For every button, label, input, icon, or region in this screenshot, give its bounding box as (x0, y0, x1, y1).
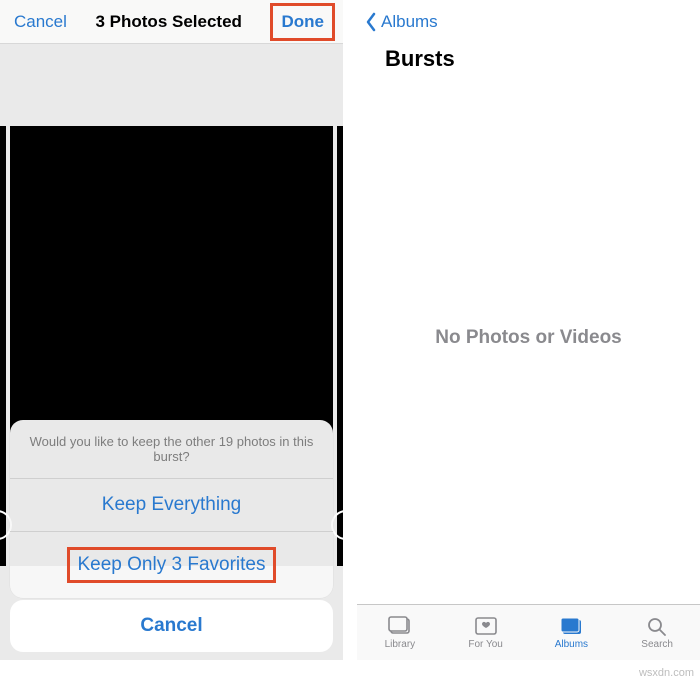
prev-photo-edge[interactable] (0, 126, 6, 566)
keep-favorites-button[interactable]: Keep Only 3 Favorites (10, 532, 333, 598)
watermark: wsxdn.com (639, 667, 694, 679)
tab-foryou[interactable]: For You (443, 605, 529, 660)
selection-title: 3 Photos Selected (95, 12, 241, 32)
burst-selection-screen: Cancel 3 Photos Selected Done Would you … (0, 0, 343, 660)
sheet-cancel-button[interactable]: Cancel (10, 600, 333, 652)
album-body: No Photos or Videos (357, 72, 700, 604)
album-header: Albums (357, 0, 700, 44)
selection-header: Cancel 3 Photos Selected Done (0, 0, 343, 44)
screenshot-gap (343, 0, 357, 660)
tab-foryou-label: For You (468, 639, 502, 650)
keep-everything-button[interactable]: Keep Everything (10, 479, 333, 532)
back-button[interactable]: Albums (365, 12, 438, 32)
bursts-album-screen: Albums Bursts No Photos or Videos Librar… (357, 0, 700, 660)
chevron-left-icon (365, 12, 377, 32)
albums-icon (558, 615, 584, 637)
tab-albums[interactable]: Albums (529, 605, 615, 660)
next-photo-edge[interactable] (337, 126, 343, 566)
sheet-prompt: Would you like to keep the other 19 phot… (10, 420, 333, 479)
cancel-button[interactable]: Cancel (14, 12, 67, 32)
search-icon (644, 615, 670, 637)
back-label: Albums (381, 12, 438, 32)
tab-library[interactable]: Library (357, 605, 443, 660)
tab-search-label: Search (641, 639, 673, 650)
empty-state-text: No Photos or Videos (435, 327, 622, 349)
keep-action-sheet: Would you like to keep the other 19 phot… (10, 420, 333, 598)
keep-favorites-highlight: Keep Only 3 Favorites (67, 547, 277, 583)
tab-search[interactable]: Search (614, 605, 700, 660)
tab-albums-label: Albums (555, 639, 588, 650)
foryou-icon (473, 615, 499, 637)
tab-library-label: Library (385, 639, 416, 650)
done-highlight: Done (270, 3, 335, 41)
tab-bar: Library For You Albums (357, 604, 700, 660)
library-icon (387, 615, 413, 637)
done-button[interactable]: Done (281, 12, 324, 31)
page-title: Bursts (357, 44, 700, 72)
